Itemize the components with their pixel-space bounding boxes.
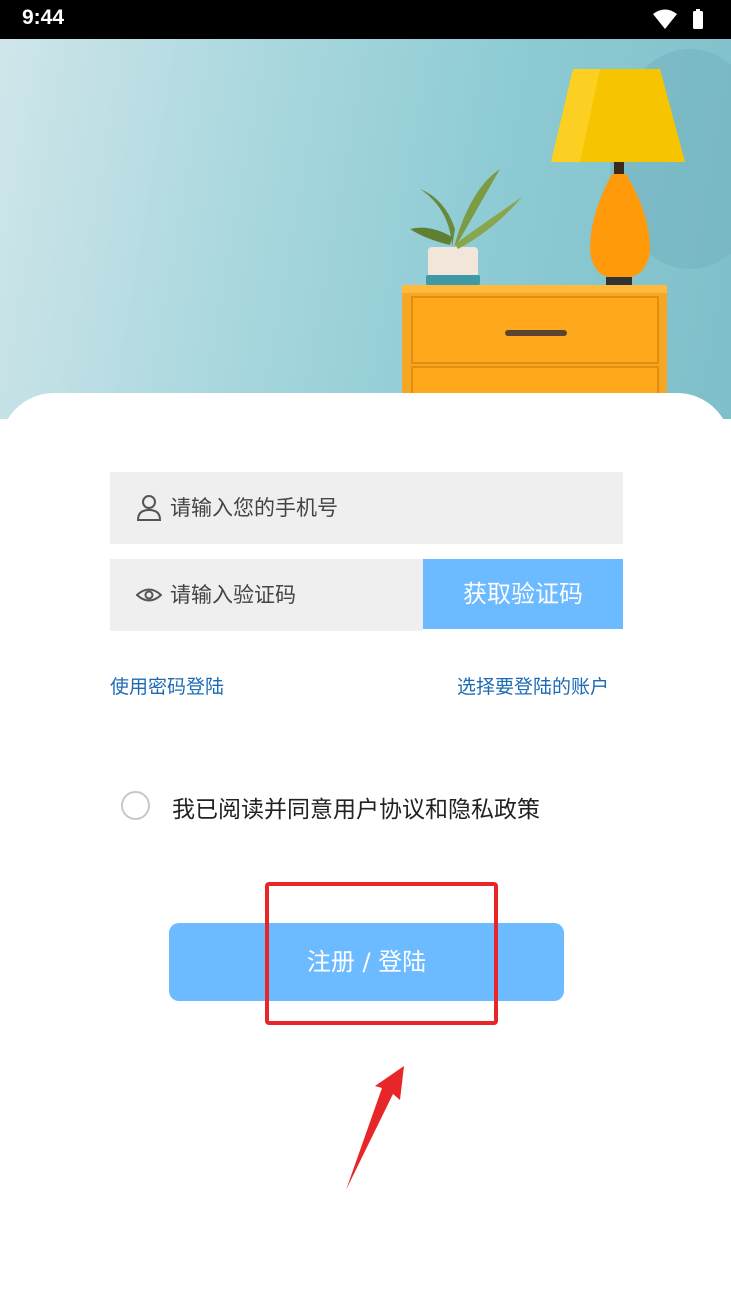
user-icon bbox=[136, 495, 162, 521]
password-login-link[interactable]: 使用密码登陆 bbox=[110, 672, 224, 699]
eye-icon bbox=[136, 588, 162, 602]
plant bbox=[410, 169, 522, 285]
agreement-text[interactable]: 我已阅读并同意用户协议和隐私政策 bbox=[172, 790, 540, 824]
annotation-arrow bbox=[346, 1066, 404, 1190]
status-time: 9:44 bbox=[22, 6, 65, 29]
select-account-link[interactable]: 选择要登陆的账户 bbox=[457, 672, 609, 699]
highlight-box bbox=[265, 882, 498, 1025]
agreement-checkbox[interactable] bbox=[121, 791, 150, 820]
wifi-icon bbox=[653, 9, 677, 29]
code-field[interactable]: 请输入验证码 bbox=[110, 559, 423, 631]
phone-placeholder: 请输入您的手机号 bbox=[170, 496, 338, 520]
status-bar: 9:44 bbox=[0, 0, 731, 39]
status-icons bbox=[653, 9, 703, 29]
room-illustration bbox=[402, 49, 731, 419]
battery-icon bbox=[693, 11, 703, 29]
phone-field[interactable]: 请输入您的手机号 bbox=[110, 472, 623, 544]
get-code-button[interactable]: 获取验证码 bbox=[423, 559, 623, 629]
code-placeholder: 请输入验证码 bbox=[170, 583, 296, 607]
hero-image bbox=[0, 39, 731, 419]
